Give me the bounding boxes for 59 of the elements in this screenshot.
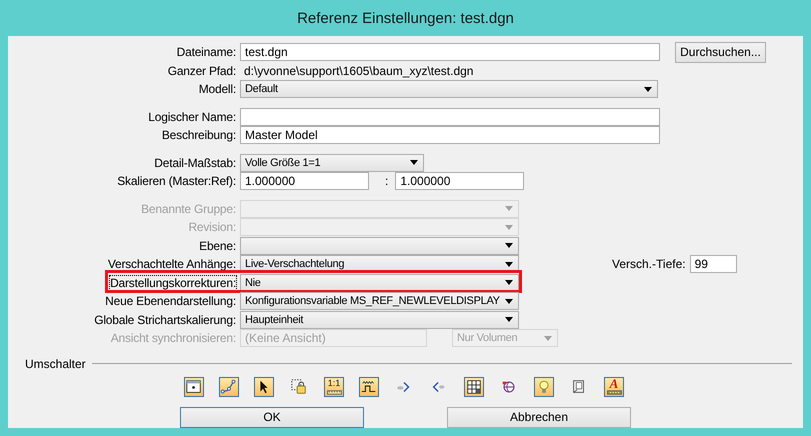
- field-label: Logischer Name:: [148, 110, 236, 124]
- text-field[interactable]: test.dgn: [240, 43, 660, 62]
- ruler-icon: [607, 390, 622, 394]
- ok-button[interactable]: OK: [180, 406, 364, 428]
- field-label: Skalieren (Master:Ref):: [117, 174, 236, 188]
- field-label: Verschachtelte Anhänge:: [108, 257, 236, 272]
- field-label: Ebene:: [199, 238, 236, 253]
- caret-icon: [644, 86, 652, 92]
- toggle-button[interactable]: [289, 376, 309, 396]
- field-label: Versch.-Tiefe:: [612, 257, 686, 272]
- field-label: Modell:: [198, 82, 236, 96]
- toggle-button[interactable]: [464, 376, 484, 396]
- field-label: Dateiname:: [176, 45, 236, 60]
- toggle-button[interactable]: 1:1: [324, 376, 344, 396]
- toggle-button[interactable]: [184, 376, 204, 396]
- field-label: Ansicht synchronisieren:: [110, 331, 236, 346]
- caret-icon: [544, 336, 552, 341]
- window-title: Referenz Einstellungen: test.dgn: [297, 10, 514, 26]
- dropdown[interactable]: Volle Größe 1=1: [240, 154, 424, 172]
- dropdown[interactable]: Konfigurationsvariable MS_REF_NEWLEVELDISPLAY: [240, 292, 519, 310]
- caret-icon: [505, 298, 513, 304]
- group-label: Umschalter: [25, 356, 86, 370]
- text-field[interactable]: [240, 108, 660, 126]
- caret-icon: [505, 317, 513, 322]
- toggle-button[interactable]: [254, 376, 274, 396]
- text-field[interactable]: 1.000000: [395, 172, 524, 190]
- text-field[interactable]: Master Model: [240, 126, 660, 144]
- lock-icon: [290, 378, 308, 396]
- browse-button[interactable]: Durchsuchen...: [675, 42, 766, 63]
- curve-icon: [220, 378, 238, 396]
- field-label: Globale Strichartskalierung:: [94, 312, 236, 327]
- field-label: Beschreibung:: [162, 128, 236, 142]
- dropdown[interactable]: Default: [240, 80, 658, 98]
- caret-icon: [410, 160, 418, 166]
- field-label: Neue Ebenendarstellung:: [105, 294, 236, 308]
- dropdown[interactable]: Haupteinheit: [240, 310, 519, 329]
- grid-icon: [465, 378, 483, 396]
- toggle-button[interactable]: A: [604, 376, 624, 396]
- text-field[interactable]: 99: [690, 255, 737, 274]
- cancel-button[interactable]: Abbrechen: [447, 406, 631, 428]
- caret-icon: [505, 224, 513, 230]
- path-text: d:\yvonne\support\1605\baum_xyz\test.dgn: [243, 64, 474, 78]
- window-icon: [185, 378, 203, 396]
- caret-icon: [505, 206, 513, 212]
- caret-icon: [505, 262, 513, 267]
- separator-text: :: [385, 174, 388, 188]
- caret-icon: [505, 280, 513, 286]
- dropdown[interactable]: Nie: [240, 274, 519, 292]
- field-label: Detail-Maßstab:: [154, 156, 236, 170]
- toggle-button[interactable]: [534, 376, 554, 396]
- toggle-button[interactable]: [219, 376, 239, 396]
- field-label: Darstellungskorrekturen:: [110, 276, 236, 290]
- field-label: Revision:: [188, 220, 236, 234]
- ruler-icon: [327, 390, 342, 394]
- field-label: Ganzer Pfad:: [168, 64, 236, 78]
- field-label: Benannte Gruppe:: [141, 202, 236, 216]
- toggle-button[interactable]: [359, 376, 379, 396]
- text-field[interactable]: 1.000000: [240, 172, 369, 190]
- caret-icon: [505, 243, 513, 248]
